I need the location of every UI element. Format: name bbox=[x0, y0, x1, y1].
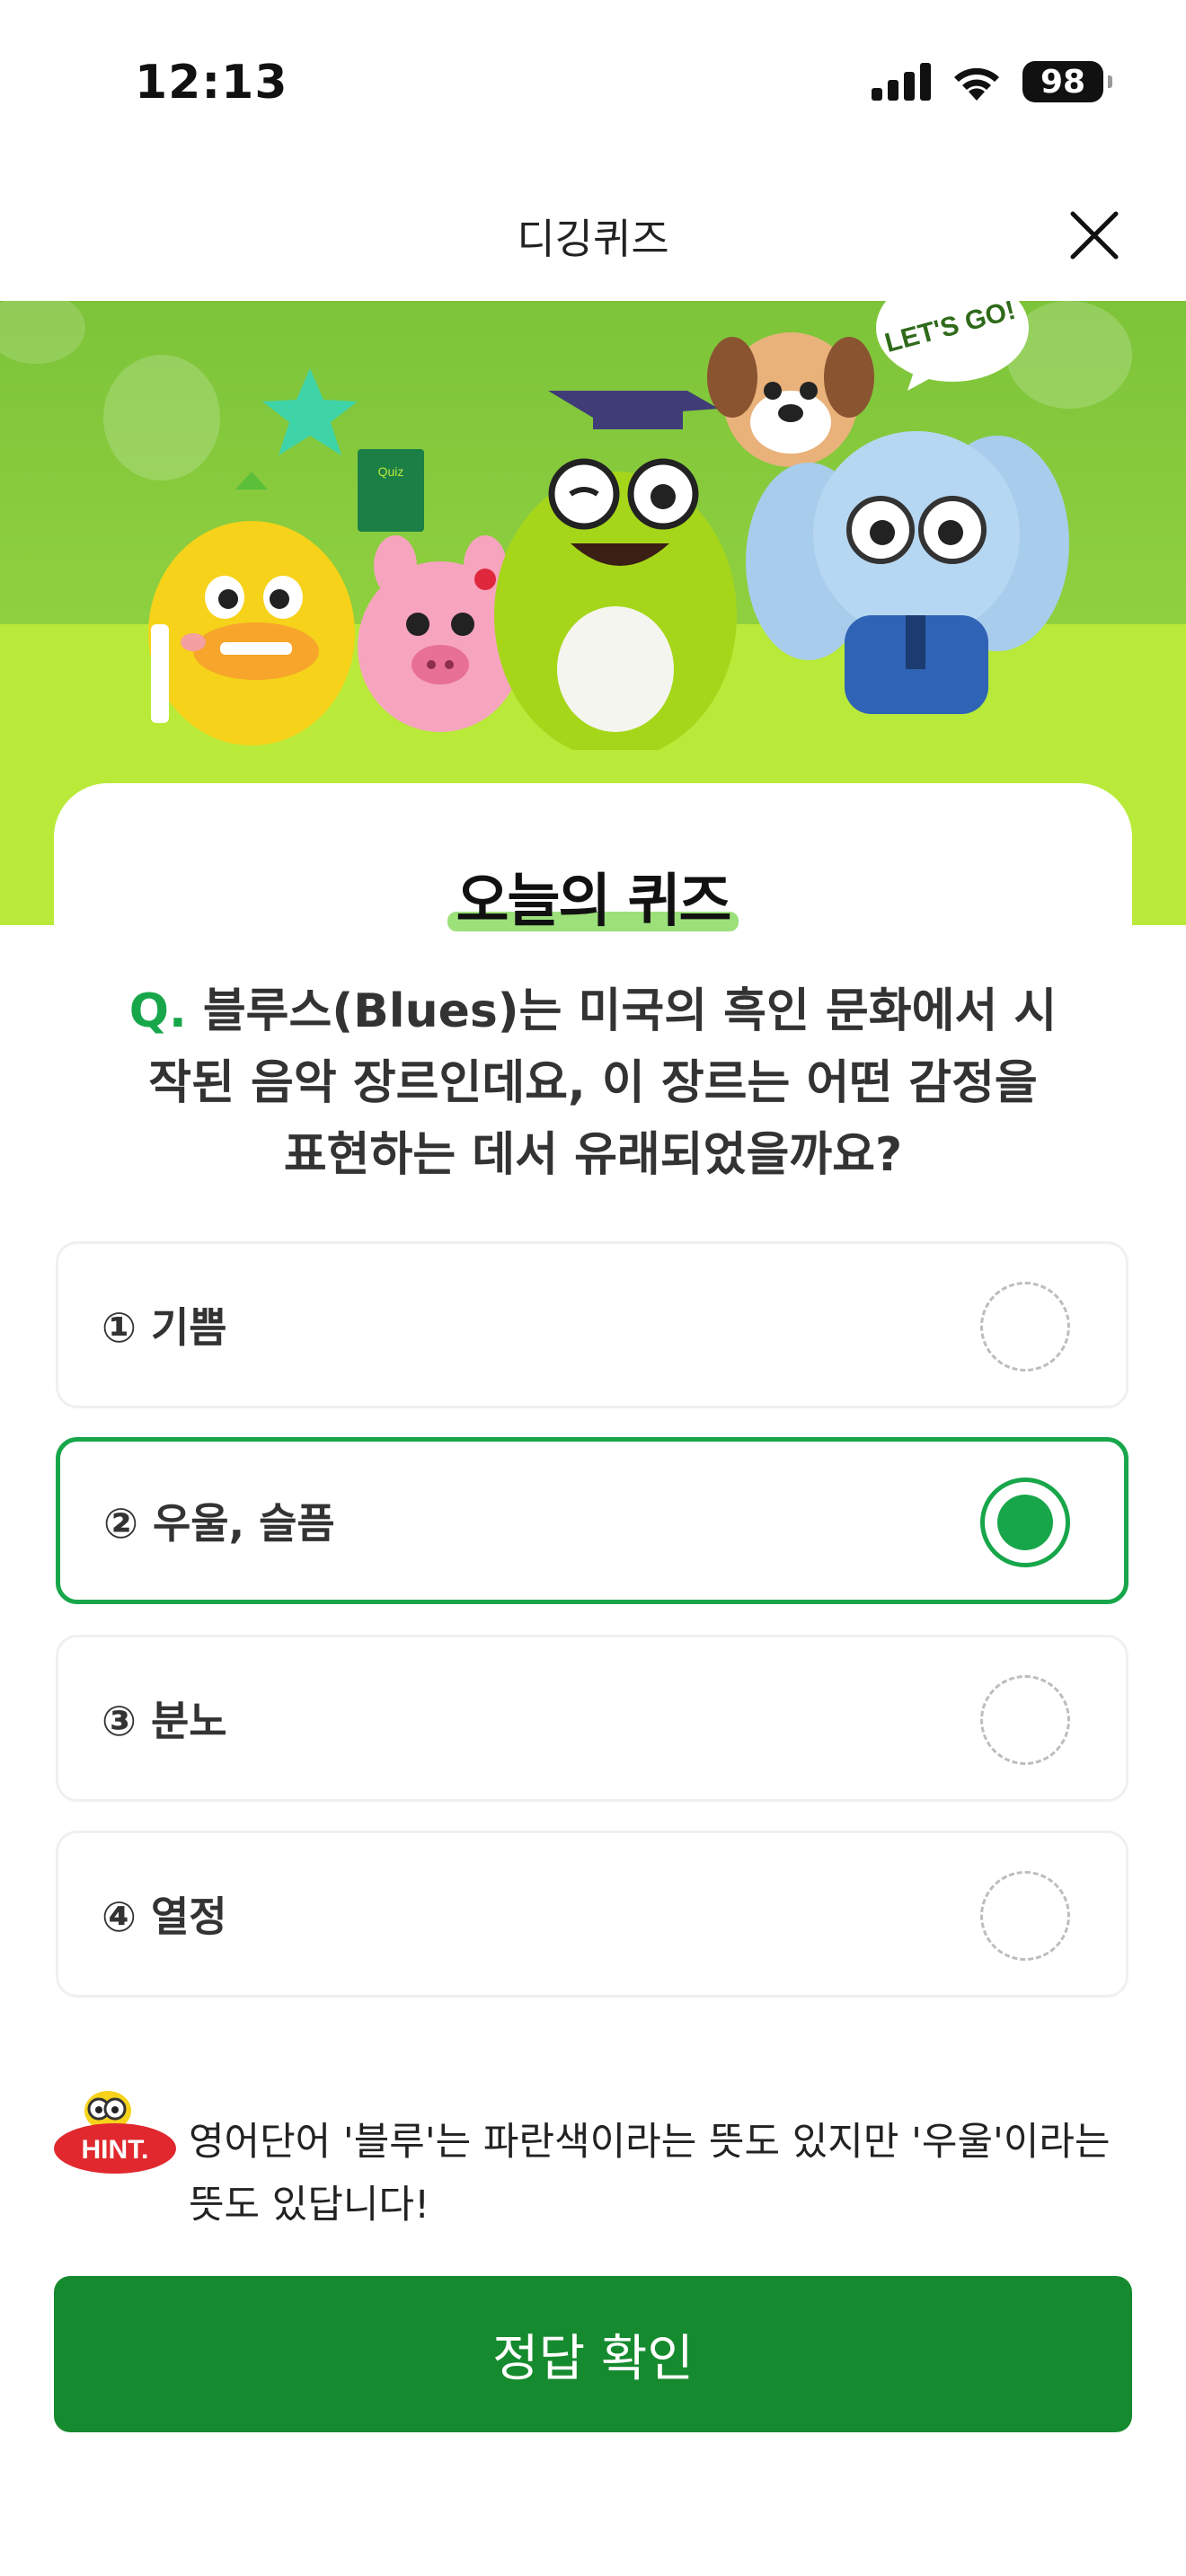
option-label: ① 기쁨 bbox=[102, 1303, 227, 1352]
quiz-card: Quiz bbox=[358, 449, 424, 532]
dog-character bbox=[707, 332, 874, 467]
battery-level: 98 bbox=[1040, 63, 1086, 101]
question-marker: Q. bbox=[128, 984, 187, 1038]
battery-indicator: 98 bbox=[1022, 61, 1112, 102]
confirm-answer-button[interactable]: 정답 확인 bbox=[54, 2276, 1132, 2432]
quiz-title: 오늘의 퀴즈 bbox=[54, 855, 1132, 938]
nav-bar: 디깅퀴즈 bbox=[0, 171, 1186, 301]
option-label: ③ 분노 bbox=[102, 1697, 227, 1745]
hint-text: 영어단어 '블루'는 파란색이라는 뜻도 있지만 '우울'이라는 뜻도 있답니다… bbox=[189, 2120, 1111, 2228]
characters-illustration: LET'S GO! Quiz bbox=[0, 301, 1132, 750]
wifi-icon bbox=[954, 67, 999, 101]
option-4[interactable]: ④ 열정 bbox=[56, 1831, 1128, 1998]
radio-button[interactable] bbox=[980, 1282, 1070, 1372]
page-title: 디깅퀴즈 bbox=[517, 215, 669, 263]
close-icon[interactable] bbox=[1066, 207, 1123, 264]
duck-character bbox=[148, 472, 355, 745]
radio-button[interactable] bbox=[980, 1675, 1070, 1765]
question-body: 블루스(Blues)는 미국의 흑인 문화에서 시작된 음악 장르인데요, 이 … bbox=[148, 984, 1058, 1182]
option-3[interactable]: ③ 분노 bbox=[56, 1635, 1128, 1802]
hint-icon: HINT. bbox=[54, 2091, 176, 2174]
status-icons: 98 bbox=[872, 61, 1112, 102]
cellular-signal-icon bbox=[872, 63, 931, 101]
radio-button-selected[interactable] bbox=[980, 1478, 1070, 1567]
status-time: 12:13 bbox=[135, 56, 288, 110]
option-label: ② 우울, 슬픔 bbox=[103, 1499, 335, 1548]
green-character bbox=[494, 391, 737, 750]
question-text: Q. 블루스(Blues)는 미국의 흑인 문화에서 시작된 음악 장르인데요,… bbox=[126, 975, 1060, 1191]
option-label: ④ 열정 bbox=[102, 1892, 227, 1941]
option-1[interactable]: ① 기쁨 bbox=[56, 1241, 1128, 1408]
quiz-title-text: 오늘의 퀴즈 bbox=[447, 869, 739, 935]
option-2[interactable]: ② 우울, 슬픔 bbox=[56, 1437, 1128, 1604]
status-bar: 12:13 98 bbox=[0, 0, 1186, 171]
speech-bubble: LET'S GO! bbox=[876, 301, 1029, 391]
hint-badge-text: HINT. bbox=[82, 2135, 149, 2165]
elephant-character bbox=[746, 431, 1069, 714]
quiz-card-label: Quiz bbox=[378, 464, 404, 479]
radio-button[interactable] bbox=[980, 1871, 1070, 1961]
